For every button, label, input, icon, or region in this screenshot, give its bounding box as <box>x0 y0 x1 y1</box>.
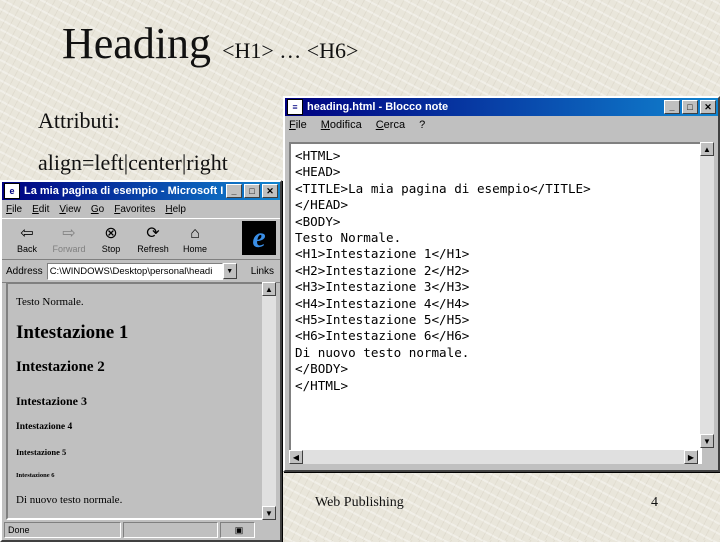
page-normal-again: Di nuovo testo normale. <box>16 494 123 506</box>
slide-title: Heading <H1> … <H6> <box>62 18 358 69</box>
menu-help[interactable]: ? <box>419 119 425 131</box>
scroll-down-icon[interactable]: ▼ <box>700 434 714 448</box>
slide-title-sub: <H1> … <H6> <box>222 38 359 63</box>
status-text: Done <box>4 522 121 538</box>
maximize-button[interactable]: □ <box>682 100 698 114</box>
menu-edit[interactable]: Edit <box>32 204 49 215</box>
html-source-text: <HTML> <HEAD> <TITLE>La mia pagina di es… <box>295 148 591 393</box>
menu-view[interactable]: View <box>59 204 81 215</box>
browser-menubar: File Edit View Go Favorites Help <box>2 200 280 218</box>
browser-vertical-scrollbar[interactable]: ▲ ▼ <box>262 282 276 520</box>
notepad-horizontal-scrollbar[interactable]: ◀ ▶ <box>289 450 698 464</box>
notepad-title: heading.html - Blocco note <box>307 101 449 113</box>
page-h1: Intestazione 1 <box>16 322 129 343</box>
menu-favorites[interactable]: Favorites <box>114 204 155 215</box>
menu-modifica[interactable]: Modifica <box>321 119 362 131</box>
stop-icon: ⊗ <box>104 225 118 242</box>
notepad-menubar: File Modifica Cerca ? <box>285 116 718 134</box>
notepad-text-area[interactable]: <HTML> <HEAD> <TITLE>La mia pagina di es… <box>289 142 702 464</box>
address-input[interactable]: C:\WINDOWS\Desktop\personal\headi <box>46 262 223 280</box>
back-button[interactable]: ⇦ Back <box>6 224 48 254</box>
page-h6: Intestazione 6 <box>16 472 55 479</box>
scroll-up-icon[interactable]: ▲ <box>262 282 276 296</box>
align-attribute-text: align=left|center|right <box>38 150 228 175</box>
footer-text: Web Publishing <box>315 495 404 510</box>
address-dropdown-icon[interactable]: ▼ <box>222 263 237 279</box>
scroll-down-icon[interactable]: ▼ <box>262 506 276 520</box>
page-h4: Intestazione 4 <box>16 422 73 432</box>
page-h5: Intestazione 5 <box>16 447 67 457</box>
notepad-icon: ≡ <box>287 99 303 115</box>
links-button[interactable]: Links <box>251 266 274 277</box>
menu-cerca[interactable]: Cerca <box>376 119 405 131</box>
notepad-vertical-scrollbar[interactable]: ▲ ▼ <box>700 142 714 448</box>
status-section <box>123 522 218 538</box>
minimize-button[interactable]: _ <box>664 100 680 114</box>
forward-arrow-icon: ⇨ <box>62 225 76 242</box>
computer-zone-icon: ▣ <box>220 522 255 538</box>
notepad-titlebar[interactable]: ≡ heading.html - Blocco note _ □ ✕ <box>285 98 718 116</box>
maximize-button[interactable]: □ <box>244 184 260 198</box>
refresh-icon: ⟳ <box>146 225 160 242</box>
minimize-button[interactable]: _ <box>226 184 242 198</box>
scroll-left-icon[interactable]: ◀ <box>289 450 303 464</box>
refresh-button[interactable]: ⟳ Refresh <box>132 224 174 254</box>
ie-small-icon: e <box>4 183 20 199</box>
browser-titlebar[interactable]: e La mia pagina di esempio - Microsoft I… <box>2 182 280 200</box>
stop-button[interactable]: ⊗ Stop <box>90 224 132 254</box>
close-button[interactable]: ✕ <box>700 100 716 114</box>
menu-file[interactable]: File <box>289 119 307 131</box>
browser-toolbar: ⇦ Back ⇨ Forward ⊗ Stop ⟳ Refresh ⌂ Home… <box>2 218 280 260</box>
scroll-right-icon[interactable]: ▶ <box>684 450 698 464</box>
browser-status-bar: Done ▣ <box>4 522 274 538</box>
page-h2: Intestazione 2 <box>16 359 105 375</box>
attributes-label: Attributi: <box>38 108 120 133</box>
home-button[interactable]: ⌂ Home <box>174 224 216 254</box>
home-icon: ⌂ <box>190 225 200 242</box>
menu-file[interactable]: File <box>6 204 22 215</box>
ie-logo-icon: e <box>242 221 276 255</box>
page-h3: Intestazione 3 <box>16 394 87 408</box>
forward-button[interactable]: ⇨ Forward <box>48 224 90 254</box>
scroll-up-icon[interactable]: ▲ <box>700 142 714 156</box>
page-number: 4 <box>651 495 658 510</box>
close-button[interactable]: ✕ <box>262 184 278 198</box>
page-normal-text: Testo Normale. <box>16 296 84 308</box>
address-bar: Address C:\WINDOWS\Desktop\personal\head… <box>2 260 280 283</box>
slide-title-main: Heading <box>62 19 212 68</box>
back-arrow-icon: ⇦ <box>20 225 34 242</box>
browser-title: La mia pagina di esempio - Microsoft Int… <box>24 185 224 197</box>
browser-page-content: Testo Normale. Intestazione 1 Intestazio… <box>6 282 268 520</box>
browser-window: e La mia pagina di esempio - Microsoft I… <box>0 180 282 542</box>
menu-help[interactable]: Help <box>165 204 186 215</box>
address-label: Address <box>6 265 43 277</box>
menu-go[interactable]: Go <box>91 204 104 215</box>
notepad-window: ≡ heading.html - Blocco note _ □ ✕ File … <box>283 96 720 472</box>
